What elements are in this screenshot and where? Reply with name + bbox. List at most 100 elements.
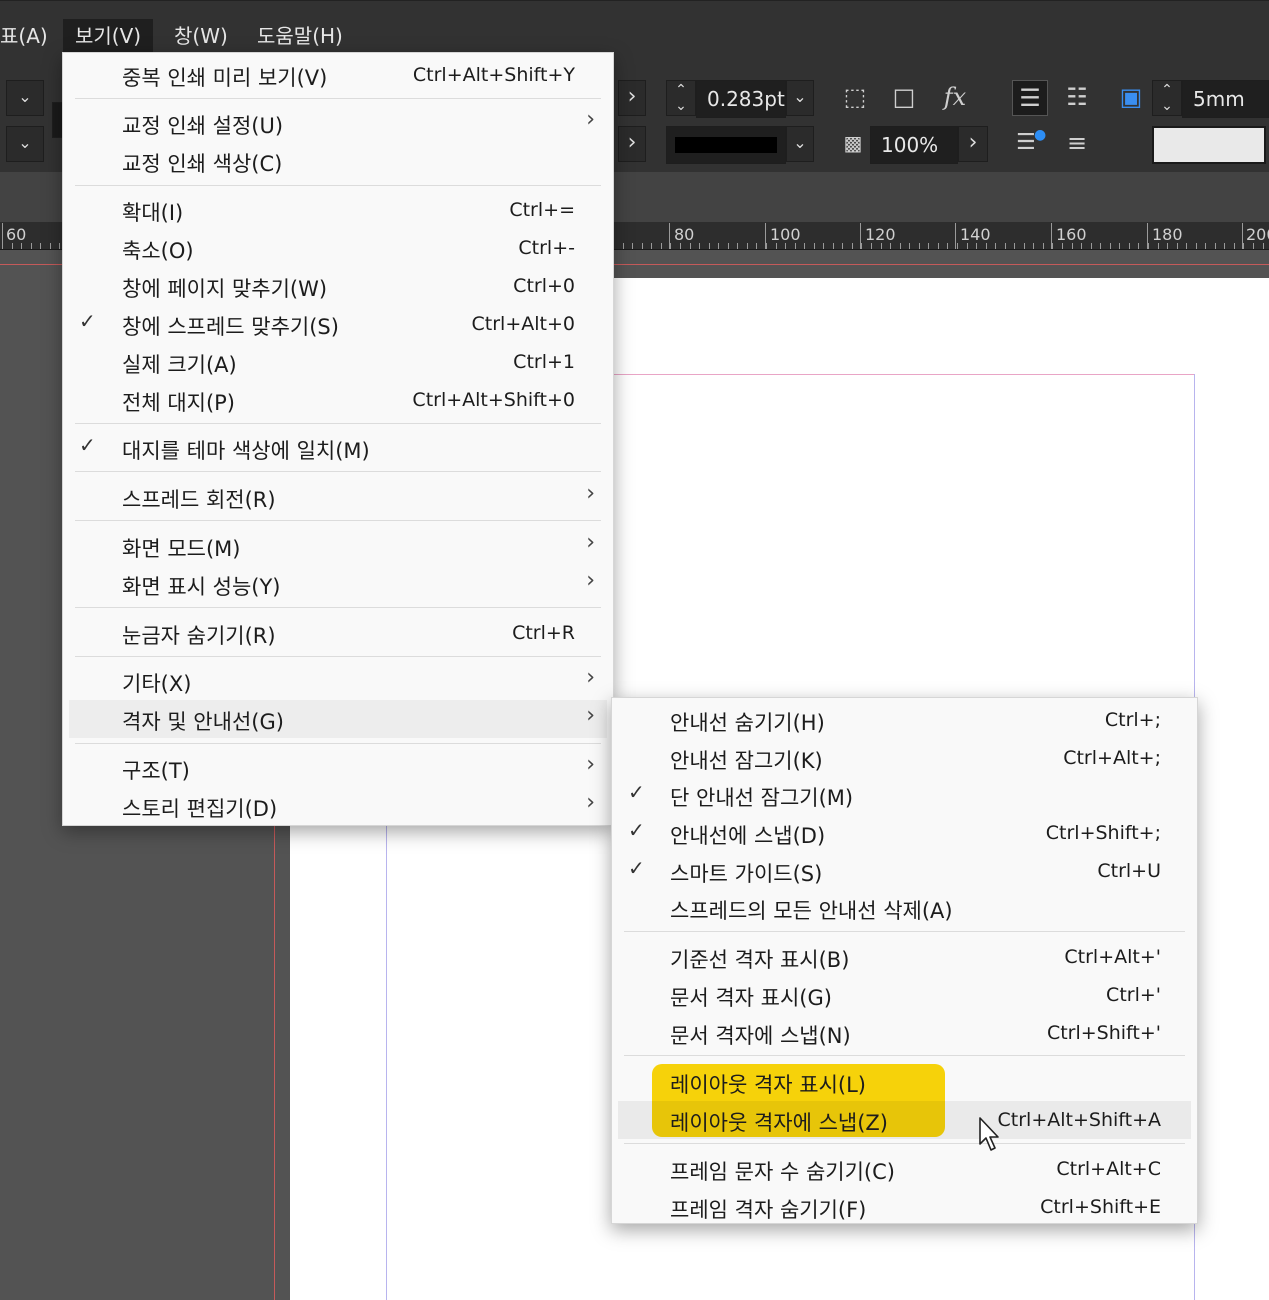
gutter-field[interactable]: 5mm — [1182, 80, 1269, 118]
ruler-minor-tick — [957, 243, 958, 249]
grid-menu-item[interactable]: 레이아웃 격자 표시(L) — [612, 1063, 1197, 1101]
opacity-field[interactable]: 100% — [870, 126, 958, 164]
view-menu-item[interactable]: 화면 표시 성능(Y) › — [63, 565, 613, 603]
chevron-right-icon[interactable]: › — [618, 80, 646, 116]
view-menu-item[interactable]: 교정 인쇄 색상(C) — [63, 142, 613, 180]
ruler-minor-tick — [1243, 243, 1244, 249]
grid-menu-item[interactable]: 스프레드의 모든 안내선 삭제(A) — [612, 889, 1197, 927]
menu-item-shortcut: Ctrl+Alt+C — [1056, 1158, 1161, 1180]
ruler-minor-tick — [852, 243, 853, 249]
view-menu: 중복 인쇄 미리 보기(V) Ctrl+Alt+Shift+Y 교정 인쇄 설정(U… — [62, 52, 614, 826]
view-menu-item[interactable]: 확대(I) Ctrl+= — [63, 191, 613, 229]
chevron-right-icon[interactable]: › — [618, 126, 646, 162]
view-menu-item[interactable]: 눈금자 숨기기(R) Ctrl+R — [63, 614, 613, 652]
text-wrap-icon[interactable]: ☷ — [1060, 80, 1094, 114]
chevron-right-icon: › — [586, 665, 595, 690]
view-menu-item[interactable]: 창에 페이지 맞추기(W) Ctrl+0 — [63, 267, 613, 305]
view-menu-item[interactable]: 전체 대지(P) Ctrl+Alt+Shift+0 — [63, 381, 613, 419]
view-menu-item[interactable]: 교정 인쇄 설정(U) › — [63, 104, 613, 142]
menu-item-label: 전체 대지(P) — [122, 391, 236, 415]
ruler-minor-tick — [986, 243, 987, 249]
ruler-minor-tick — [776, 243, 777, 249]
grid-menu-item[interactable]: 문서 격자에 스냅(N) Ctrl+Shift+' — [612, 1014, 1197, 1052]
grid-menu-item[interactable]: 기준선 격자 표시(B) Ctrl+Alt+' — [612, 938, 1197, 976]
ruler-minor-tick — [804, 243, 805, 249]
view-menu-item[interactable]: 구조(T) › — [63, 749, 613, 787]
menu-item-label: 단 안내선 잠그기(M) — [670, 786, 854, 810]
menu-table[interactable]: 표(A) — [0, 19, 60, 53]
view-menu-item[interactable]: 실제 크기(A) Ctrl+1 — [63, 343, 613, 381]
chevron-down-icon[interactable]: ⌄ — [6, 80, 44, 116]
checkmark-icon: ✓ — [628, 856, 645, 880]
grid-menu-item[interactable]: ✓ 단 안내선 잠그기(M) — [612, 776, 1197, 814]
ruler-minor-tick — [2, 243, 3, 249]
menu-separator — [624, 1055, 1185, 1056]
drop-shadow-icon[interactable]: ☰ ● — [1014, 126, 1048, 160]
ruler-minor-tick — [31, 243, 32, 249]
swatch-field[interactable] — [1152, 126, 1266, 164]
ruler-minor-tick — [1024, 243, 1025, 249]
menu-item-label: 구조(T) — [122, 759, 190, 783]
ruler-minor-tick — [21, 243, 22, 249]
ruler-minor-tick — [40, 243, 41, 249]
align-center-icon[interactable]: ≡ — [1060, 126, 1094, 160]
view-menu-item[interactable]: ✓ 창에 스프레드 맞추기(S) Ctrl+Alt+0 — [63, 305, 613, 343]
grid-menu-item[interactable]: 안내선 숨기기(H) Ctrl+; — [612, 701, 1197, 739]
view-menu-item[interactable]: 기타(X) › — [63, 662, 613, 700]
view-menu-item[interactable]: 스프레드 회전(R) › — [63, 478, 613, 516]
menu-item-label: 문서 격자 표시(G) — [670, 986, 832, 1010]
chevron-down-icon[interactable]: ⌄ — [6, 126, 44, 162]
ruler-minor-tick — [747, 243, 748, 249]
ruler-minor-tick — [680, 243, 681, 249]
view-menu-item[interactable]: 축소(O) Ctrl+- — [63, 229, 613, 267]
menu-help[interactable]: 도움말(H) — [245, 19, 355, 53]
ruler-label: 100 — [770, 225, 801, 244]
stepper-icon[interactable]: ⌃ ⌄ — [666, 80, 696, 116]
grid-icon[interactable]: ▣ — [1114, 80, 1148, 114]
ruler-minor-tick — [1005, 243, 1006, 249]
menu-separator — [75, 656, 601, 657]
grid-menu-item[interactable]: 프레임 격자 숨기기(F) Ctrl+Shift+E — [612, 1188, 1197, 1226]
menu-view[interactable]: 보기(V) — [63, 19, 154, 53]
stroke-box-icon[interactable]: □ — [887, 80, 921, 114]
chevron-down-icon[interactable]: ⌄ — [786, 126, 814, 162]
grid-menu-item[interactable]: 문서 격자 표시(G) Ctrl+' — [612, 976, 1197, 1014]
menu-item-label: 화면 표시 성능(Y) — [122, 575, 281, 599]
align-paragraph-icon[interactable]: ☰ — [1012, 80, 1048, 116]
menu-item-label: 스프레드의 모든 안내선 삭제(A) — [670, 899, 953, 923]
chevron-right-icon: › — [586, 107, 595, 132]
menu-window[interactable]: 창(W) — [162, 19, 240, 53]
grid-menu-item[interactable]: 프레임 문자 수 숨기기(C) Ctrl+Alt+C — [612, 1150, 1197, 1188]
grid-menu-item[interactable]: 안내선 잠그기(K) Ctrl+Alt+; — [612, 739, 1197, 777]
stepper-icon[interactable]: ⌃ ⌄ — [1152, 80, 1182, 116]
chevron-down-icon[interactable]: ⌄ — [786, 80, 814, 116]
menu-item-label: 격자 및 안내선(G) — [122, 710, 284, 734]
grid-guides-submenu: 안내선 숨기기(H) Ctrl+; 안내선 잠그기(K) Ctrl+Alt+; ✓ 단 안… — [611, 697, 1198, 1224]
chevron-right-icon[interactable]: › — [958, 126, 988, 162]
view-menu-item[interactable]: 중복 인쇄 미리 보기(V) Ctrl+Alt+Shift+Y — [63, 56, 613, 94]
stroke-type-field[interactable] — [666, 126, 786, 164]
menu-item-label: 레이아웃 격자 표시(L) — [670, 1073, 866, 1097]
ruler-minor-tick — [1043, 243, 1044, 249]
ruler-minor-tick — [632, 243, 633, 249]
menu-separator — [624, 931, 1185, 932]
chevron-right-icon: › — [586, 568, 595, 593]
grid-menu-item[interactable]: ✓ 안내선에 스냅(D) Ctrl+Shift+; — [612, 814, 1197, 852]
fx-icon[interactable]: fx — [938, 80, 972, 114]
ruler-minor-tick — [928, 243, 929, 249]
grid-menu-item[interactable]: ✓ 스마트 가이드(S) Ctrl+U — [612, 852, 1197, 890]
ruler-minor-tick — [1129, 243, 1130, 249]
ruler-minor-tick — [1234, 243, 1235, 249]
view-menu-item[interactable]: 화면 모드(M) › — [63, 527, 613, 565]
menu-separator — [75, 520, 601, 521]
checkmark-icon: ✓ — [79, 309, 96, 333]
grid-menu-item[interactable]: 레이아웃 격자에 스냅(Z) Ctrl+Alt+Shift+A — [618, 1101, 1191, 1139]
view-menu-item[interactable]: 격자 및 안내선(G) › — [69, 700, 607, 738]
frame-fitting-icon[interactable]: ⬚ — [838, 80, 872, 114]
view-menu-item[interactable]: ✓ 대지를 테마 색상에 일치(M) — [63, 429, 613, 467]
menu-separator — [75, 98, 601, 99]
view-menu-item[interactable]: 스토리 편집기(D) › — [63, 787, 613, 825]
ruler-minor-tick — [661, 243, 662, 249]
ruler-minor-tick — [785, 243, 786, 249]
stroke-weight-field[interactable]: 0.283pt — [696, 80, 786, 118]
